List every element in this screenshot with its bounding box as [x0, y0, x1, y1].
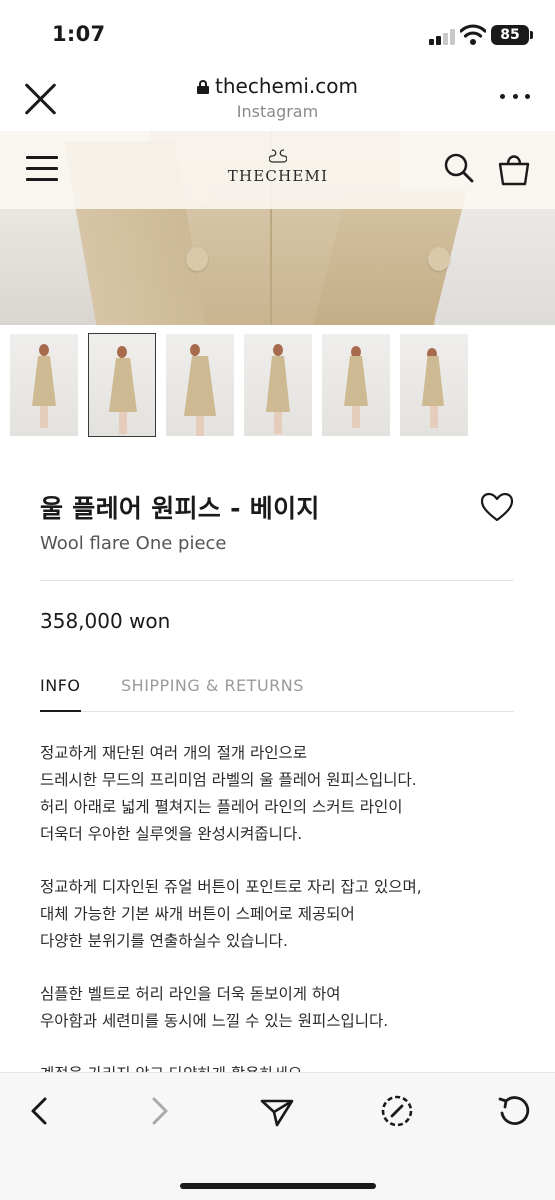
- logo-mark-icon: [269, 149, 287, 163]
- browser-toolbar: [0, 1072, 555, 1200]
- share-send-icon[interactable]: [259, 1093, 295, 1129]
- description-line: 대체 가능한 기본 싸개 버튼이 스페어로 제공되어: [40, 905, 355, 923]
- product-subtitle: Wool flare One piece: [40, 533, 227, 554]
- tab-shipping-returns[interactable]: SHIPPING & RETURNS: [121, 676, 304, 695]
- product-description: 정교하게 재단된 여러 개의 절개 라인으로 드레시한 무드의 프리미엄 라벨의…: [40, 740, 520, 1073]
- back-arrow-icon[interactable]: [22, 1093, 58, 1129]
- product-price: 358,000 won: [40, 609, 171, 633]
- cellular-signal-icon: [429, 29, 455, 45]
- home-indicator: [180, 1183, 376, 1189]
- hamburger-menu-icon[interactable]: [26, 156, 58, 182]
- product-title: 울 플레어 원피스 - 베이지: [40, 494, 320, 523]
- close-icon[interactable]: [24, 82, 58, 116]
- compass-safari-icon[interactable]: [379, 1093, 415, 1129]
- wishlist-heart-icon[interactable]: [480, 492, 514, 522]
- site-logo[interactable]: THECHEMI: [218, 148, 338, 185]
- thumbnail-4[interactable]: [244, 334, 312, 436]
- description-line: 정교하게 재단된 여러 개의 절개 라인으로: [40, 744, 308, 762]
- url-text: thechemi.com: [215, 74, 358, 98]
- forward-arrow-icon[interactable]: [141, 1093, 177, 1129]
- battery-tip: [530, 31, 533, 39]
- info-tabs: INFO SHIPPING & RETURNS: [40, 676, 514, 712]
- tab-info[interactable]: INFO: [40, 676, 80, 695]
- wifi-icon: [460, 24, 486, 45]
- description-line: 우아함과 세련미를 동시에 느낄 수 있는 원피스입니다.: [40, 1012, 389, 1030]
- logo-text: THECHEMI: [227, 167, 329, 185]
- more-options-icon[interactable]: [500, 94, 530, 104]
- source-app-label: Instagram: [236, 102, 319, 121]
- thumbnail-2[interactable]: [88, 333, 156, 437]
- shopping-bag-icon[interactable]: [496, 151, 532, 187]
- search-icon[interactable]: [443, 152, 475, 184]
- thumbnail-6[interactable]: [400, 334, 468, 436]
- description-line: 드레시한 무드의 프리미엄 라벨의 울 플레어 원피스입니다.: [40, 771, 417, 789]
- status-bar: 1:07 85: [0, 0, 555, 66]
- description-line: 허리 아래로 넓게 펼쳐지는 플레어 라인의 스커트 라인이: [40, 798, 403, 816]
- lock-icon: [197, 80, 210, 94]
- browser-header: thechemi.com Instagram: [0, 66, 555, 132]
- divider: [40, 580, 514, 581]
- battery-indicator: 85: [491, 25, 529, 45]
- description-line: 다양한 분위기를 연출하실수 있습니다.: [40, 932, 288, 950]
- status-time: 1:07: [52, 22, 106, 46]
- thumbnail-5[interactable]: [322, 334, 390, 436]
- thumbnail-1[interactable]: [10, 334, 78, 436]
- reload-icon[interactable]: [496, 1093, 532, 1129]
- active-tab-underline: [40, 710, 81, 712]
- description-line: 더욱더 우아한 실루엣을 완성시켜줍니다.: [40, 825, 303, 843]
- description-line: 심플한 벨트로 허리 라인을 더욱 돋보이게 하여: [40, 985, 341, 1003]
- url-bar[interactable]: thechemi.com Instagram: [140, 74, 415, 121]
- site-navigation: THECHEMI: [0, 131, 555, 209]
- description-line: 정교하게 디자인된 쥬얼 버튼이 포인트로 자리 잡고 있으며,: [40, 878, 422, 896]
- thumbnail-3[interactable]: [166, 334, 234, 436]
